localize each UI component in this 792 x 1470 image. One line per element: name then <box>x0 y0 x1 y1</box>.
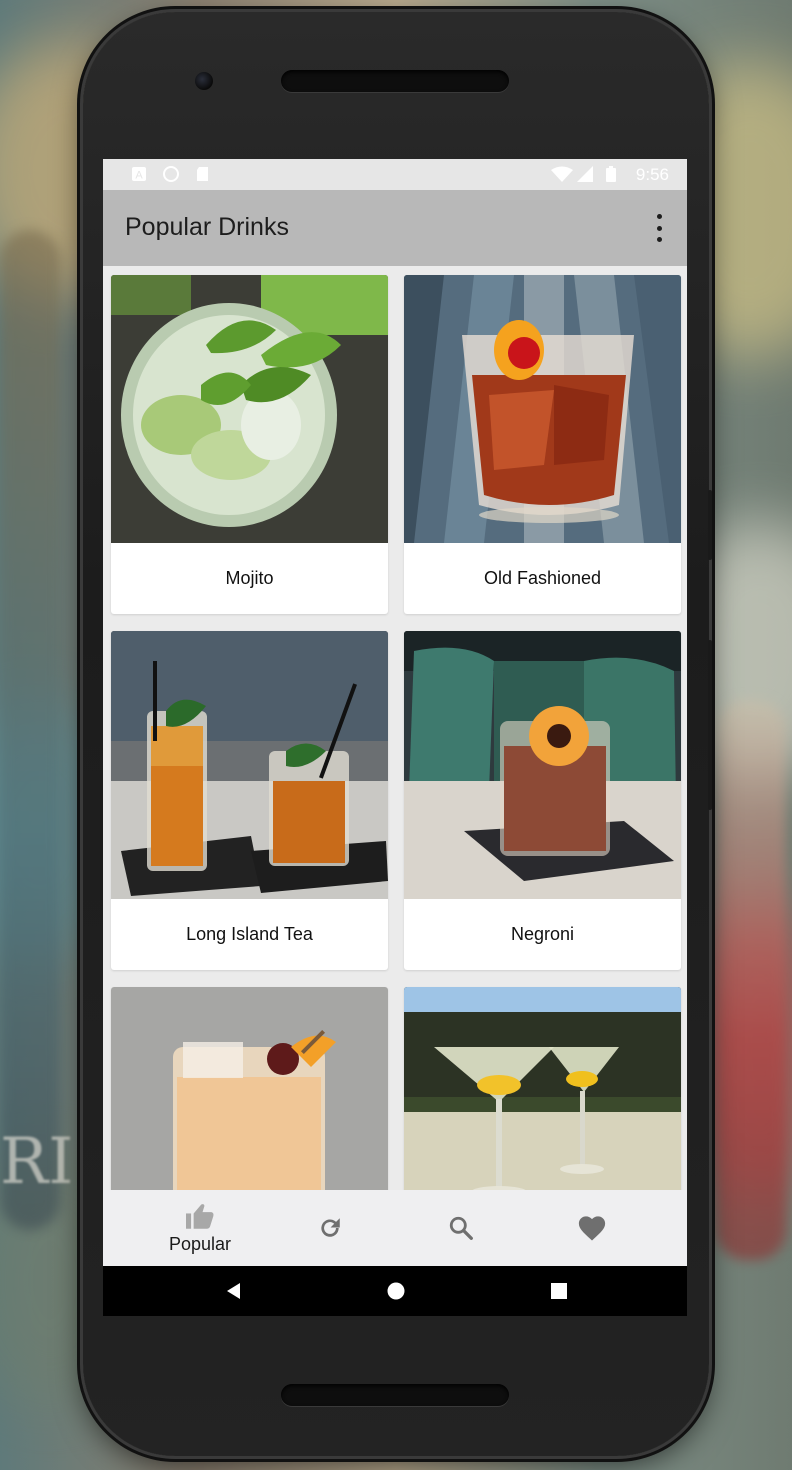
app-bar: Popular Drinks <box>103 190 687 266</box>
nav-label-popular: Popular <box>168 1233 232 1254</box>
drink-name: Mojito <box>225 568 274 588</box>
drink-card[interactable]: Old Fashioned <box>404 275 681 614</box>
bottom-navigation: Popular <box>103 1190 687 1266</box>
system-navigation-bar <box>103 1266 687 1316</box>
drink-card[interactable]: Negroni <box>404 631 681 970</box>
nav-item-search[interactable] <box>426 1190 496 1266</box>
search-icon <box>449 1216 473 1240</box>
front-camera <box>195 72 213 90</box>
svg-text:A: A <box>135 170 143 182</box>
drink-name: Long Island Tea <box>186 924 313 944</box>
status-time: 9:56 <box>635 165 669 184</box>
sd-card-icon <box>197 167 208 181</box>
drinks-grid: Mojito Old Fashioned Long Island Tea Neg… <box>103 266 687 1316</box>
drink-card[interactable]: Mojito <box>111 275 388 614</box>
page-title: Popular Drinks <box>125 213 289 241</box>
drink-image <box>404 631 681 899</box>
home-icon[interactable] <box>387 1282 405 1300</box>
power-button <box>708 490 712 560</box>
drink-name: Old Fashioned <box>483 568 602 588</box>
circle-notification-icon <box>163 166 179 182</box>
signal-icon <box>577 166 593 182</box>
refresh-icon <box>321 1218 340 1237</box>
volume-button <box>708 640 712 810</box>
screen: A 9:56 Popular Drinks Mojito Old Fashion… <box>103 159 687 1316</box>
back-icon[interactable] <box>225 1282 241 1300</box>
status-bar: A 9:56 <box>103 159 687 190</box>
nav-item-popular[interactable]: Popular <box>150 1190 250 1266</box>
drink-card[interactable]: Long Island Tea <box>111 631 388 970</box>
heart-icon <box>578 1216 606 1241</box>
battery-icon <box>606 166 616 182</box>
a-notification-icon: A <box>132 167 146 182</box>
thumb-up-icon <box>186 1203 214 1229</box>
nav-item-favorites[interactable] <box>557 1190 627 1266</box>
more-vert-icon[interactable] <box>647 214 671 242</box>
background-bottle-lettering: RI <box>0 1125 74 1199</box>
top-speaker <box>281 70 509 92</box>
recents-icon[interactable] <box>551 1283 567 1299</box>
wifi-icon <box>551 166 573 182</box>
drink-image <box>404 275 681 543</box>
drink-image <box>111 275 388 543</box>
drink-image <box>111 631 388 899</box>
drink-name: Negroni <box>510 924 575 944</box>
bottom-speaker <box>281 1384 509 1406</box>
nav-item-refresh[interactable] <box>295 1190 365 1266</box>
